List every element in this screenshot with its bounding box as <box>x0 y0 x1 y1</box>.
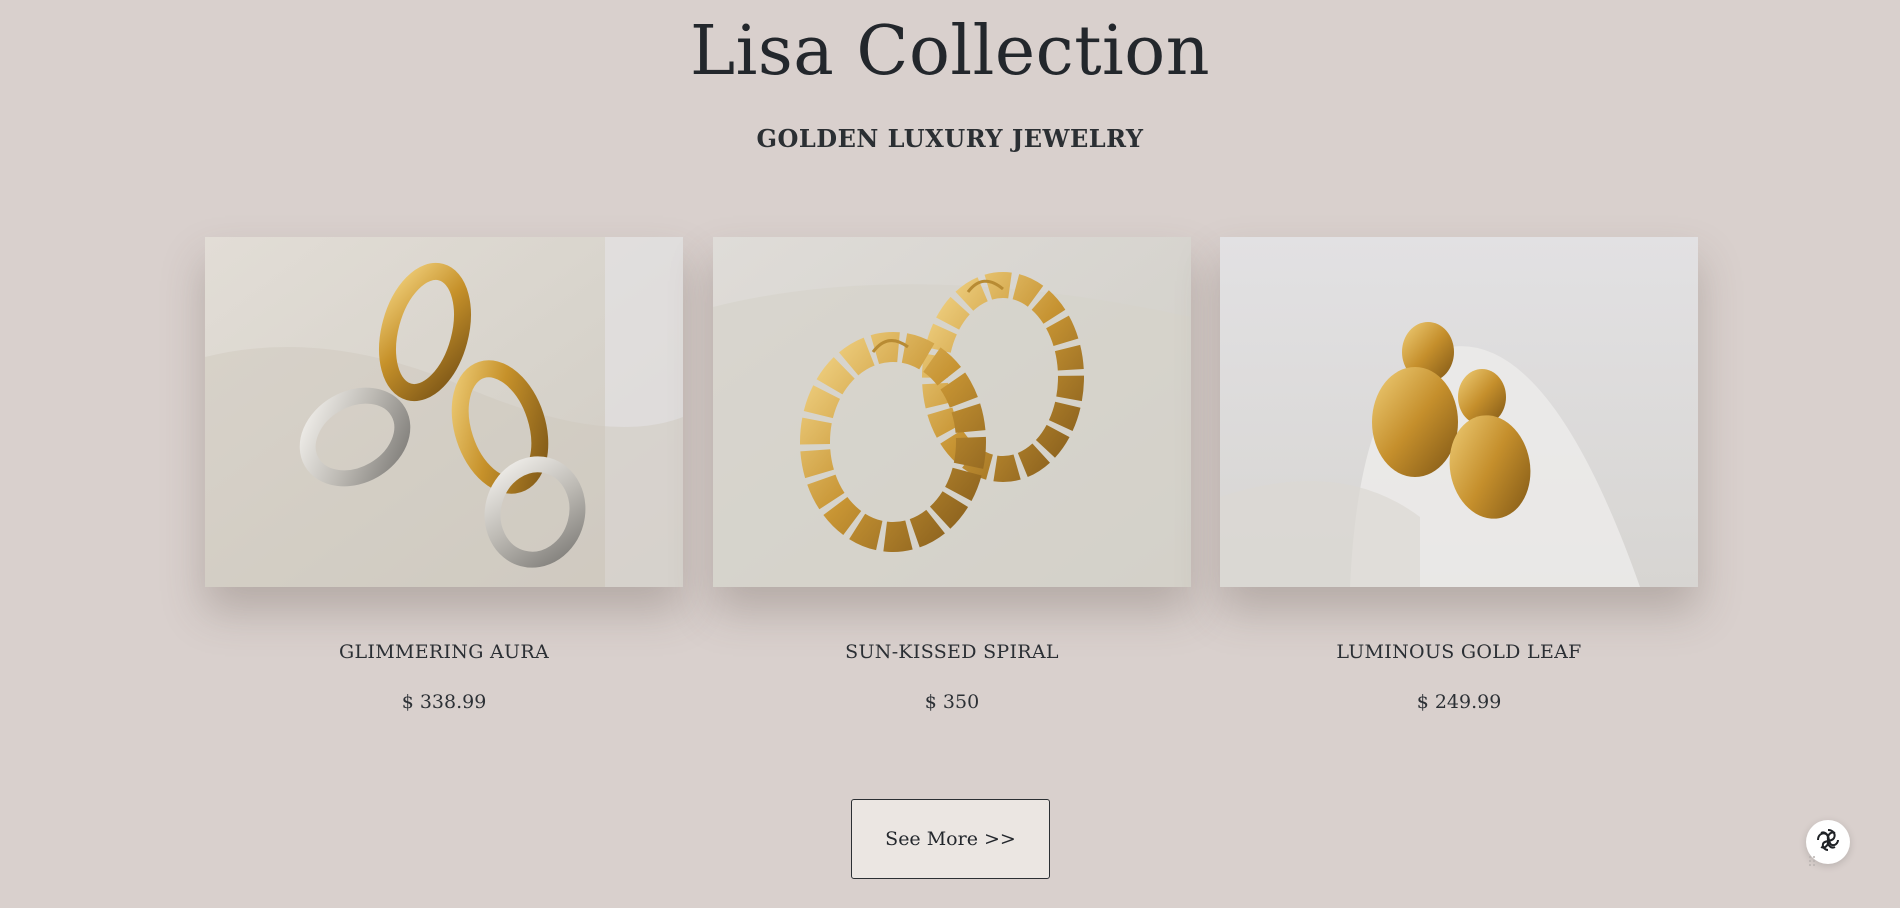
product-name[interactable]: GLIMMERING AURA <box>205 641 683 663</box>
product-card[interactable]: GLIMMERING AURA $ 338.99 <box>205 237 683 713</box>
product-card[interactable]: SUN-KISSED SPIRAL $ 350 <box>713 237 1191 713</box>
collection-page: Lisa Collection GOLDEN LUXURY JEWELRY GL… <box>0 0 1900 908</box>
chat-assistant-icon <box>1815 827 1841 857</box>
drag-handle-icon[interactable] <box>1808 852 1816 866</box>
page-subtitle: GOLDEN LUXURY JEWELRY <box>756 124 1144 153</box>
product-price: $ 338.99 <box>401 691 487 713</box>
product-image-gold-leaf-drop-earrings[interactable] <box>1220 237 1698 587</box>
product-price: $ 350 <box>924 691 980 713</box>
product-grid: GLIMMERING AURA $ 338.99 SUN-KISSED SPIR… <box>205 237 1698 717</box>
product-image-twisted-gold-hoop-earrings[interactable] <box>713 237 1191 587</box>
page-title: Lisa Collection <box>689 12 1211 91</box>
product-price: $ 249.99 <box>1416 691 1502 713</box>
product-card[interactable]: LUMINOUS GOLD LEAF $ 249.99 <box>1220 237 1698 713</box>
product-name[interactable]: SUN-KISSED SPIRAL <box>713 641 1191 663</box>
see-more-button[interactable]: See More >> <box>851 799 1050 879</box>
product-name[interactable]: LUMINOUS GOLD LEAF <box>1220 641 1698 663</box>
product-image-gold-and-silver-link-earrings[interactable] <box>205 237 683 587</box>
